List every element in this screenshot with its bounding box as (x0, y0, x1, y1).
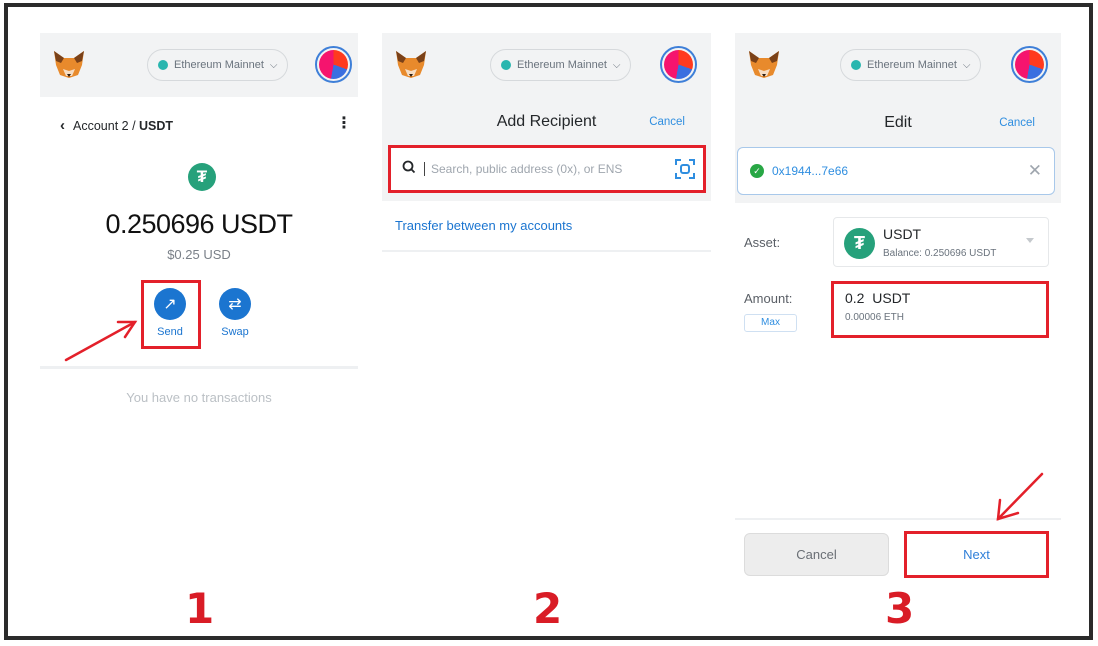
footer-divider (735, 518, 1061, 520)
asset-balance: Balance: 0.250696 USDT (883, 248, 997, 259)
back-breadcrumb[interactable]: ‹ Account 2 / USDT (60, 117, 173, 134)
metamask-fox-icon (749, 51, 779, 78)
amount-value: 0.2 USDT (845, 290, 911, 306)
recipient-address-field[interactable]: ✓ 0x1944...7e66 ✕ (737, 147, 1055, 195)
network-selector[interactable]: Ethereum Mainnet ⌵ (490, 49, 632, 81)
metamask-fox-icon (54, 51, 84, 78)
check-circle-icon: ✓ (750, 164, 764, 178)
fiat-balance: $0.25 USD (167, 247, 231, 262)
amount-secondary: 0.00006 ETH (845, 312, 904, 323)
cancel-link[interactable]: Cancel (649, 116, 685, 128)
send-edit-screen: Ethereum Mainnet ⌵ Edit Cancel ✓ 0x1944.… (735, 33, 1061, 593)
asset-label: Asset: (744, 235, 781, 250)
send-label: Send (157, 326, 183, 338)
more-options-icon[interactable]: ⋮ (336, 116, 352, 132)
recipient-address: 0x1944...7e66 (772, 164, 849, 178)
network-selector[interactable]: Ethereum Mainnet ⌵ (840, 49, 982, 81)
app-header: Ethereum Mainnet ⌵ (382, 33, 711, 97)
amount-input[interactable]: 0.2 USDT 0.00006 ETH (833, 282, 1048, 337)
tether-icon: ₮ (844, 228, 875, 259)
chevron-down-icon: ⌵ (962, 59, 971, 71)
add-recipient-screen: Ethereum Mainnet ⌵ Add Recipient Cancel … (382, 33, 711, 263)
recipient-search-field[interactable] (390, 147, 704, 191)
chevron-left-icon: ‹ (60, 117, 65, 134)
asset-selector[interactable]: ₮ USDT Balance: 0.250696 USDT (833, 217, 1049, 267)
cancel-button[interactable]: Cancel (744, 533, 889, 576)
transfer-between-accounts-link[interactable]: Transfer between my accounts (395, 218, 572, 233)
account-avatar[interactable] (315, 46, 352, 83)
chevron-down-icon: ⌵ (612, 59, 621, 71)
network-selector[interactable]: Ethereum Mainnet ⌵ (147, 49, 289, 81)
breadcrumb-token: USDT (139, 118, 174, 133)
token-balance: 0.250696 USDT (105, 209, 293, 239)
network-label: Ethereum Mainnet (517, 59, 607, 71)
cancel-link[interactable]: Cancel (999, 117, 1035, 129)
empty-transactions-text: You have no transactions (126, 390, 272, 405)
network-label: Ethereum Mainnet (174, 59, 264, 71)
arrow-up-right-icon: ↗ (154, 288, 186, 320)
network-status-dot (158, 60, 168, 70)
divider (382, 250, 711, 252)
send-button[interactable]: ↗ Send (148, 288, 192, 338)
swap-button[interactable]: ⇄ Swap (213, 288, 257, 338)
account-avatar[interactable] (660, 46, 697, 83)
app-header: Ethereum Mainnet ⌵ (40, 33, 358, 97)
search-icon (402, 160, 420, 178)
asset-symbol: USDT (883, 226, 922, 242)
breadcrumb-account: Account 2 / (73, 118, 140, 133)
network-status-dot (851, 60, 861, 70)
tether-icon: ₮ (188, 163, 216, 191)
step-number-3: 3 (885, 584, 915, 633)
network-label: Ethereum Mainnet (867, 59, 957, 71)
swap-label: Swap (221, 326, 249, 338)
metamask-fox-icon (396, 51, 426, 78)
step-number-2: 2 (533, 584, 563, 633)
recipient-search-input[interactable] (424, 162, 674, 176)
step-number-1: 1 (185, 584, 215, 633)
account-avatar[interactable] (1011, 46, 1048, 83)
app-header: Ethereum Mainnet ⌵ (735, 33, 1061, 97)
max-button[interactable]: Max (744, 314, 797, 332)
chevron-down-icon: ⌵ (269, 59, 278, 71)
qr-scan-icon[interactable] (674, 158, 696, 180)
token-detail-screen: Ethereum Mainnet ⌵ ‹ Account 2 / USDT ⋮ … (40, 33, 358, 453)
divider (40, 366, 358, 369)
caret-down-icon (1026, 238, 1034, 243)
swap-icon: ⇄ (219, 288, 251, 320)
next-button[interactable]: Next (905, 533, 1048, 576)
close-icon[interactable]: ✕ (1028, 161, 1042, 181)
network-status-dot (501, 60, 511, 70)
amount-label: Amount: (744, 291, 793, 306)
